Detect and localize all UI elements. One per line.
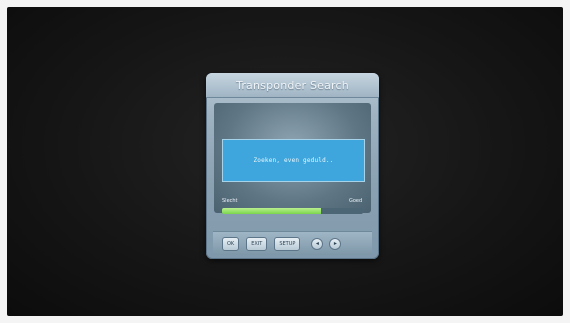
signal-low-label: Slecht <box>222 198 238 204</box>
tv-screen: Transponder Search Zoeken, even geduld..… <box>7 7 563 316</box>
arrow-right-icon[interactable]: ▸ <box>329 237 342 250</box>
dialog-button-bar: OK EXIT SETUP ◂ ▸ <box>213 231 372 255</box>
signal-strength-bar <box>222 208 363 214</box>
exit-button[interactable]: EXIT <box>246 236 268 251</box>
arrow-buttons: ◂ ▸ <box>311 237 342 250</box>
signal-high-label: Goed <box>349 198 363 204</box>
transponder-search-dialog: Transponder Search Zoeken, even geduld..… <box>206 73 379 259</box>
dialog-title: Transponder Search <box>206 73 379 98</box>
search-status-message: Zoeken, even geduld.. <box>222 139 365 182</box>
setup-button[interactable]: SETUP <box>274 236 301 251</box>
ok-button[interactable]: OK <box>222 236 240 251</box>
arrow-left-icon[interactable]: ◂ <box>311 237 324 250</box>
signal-strength-fill <box>222 208 321 214</box>
